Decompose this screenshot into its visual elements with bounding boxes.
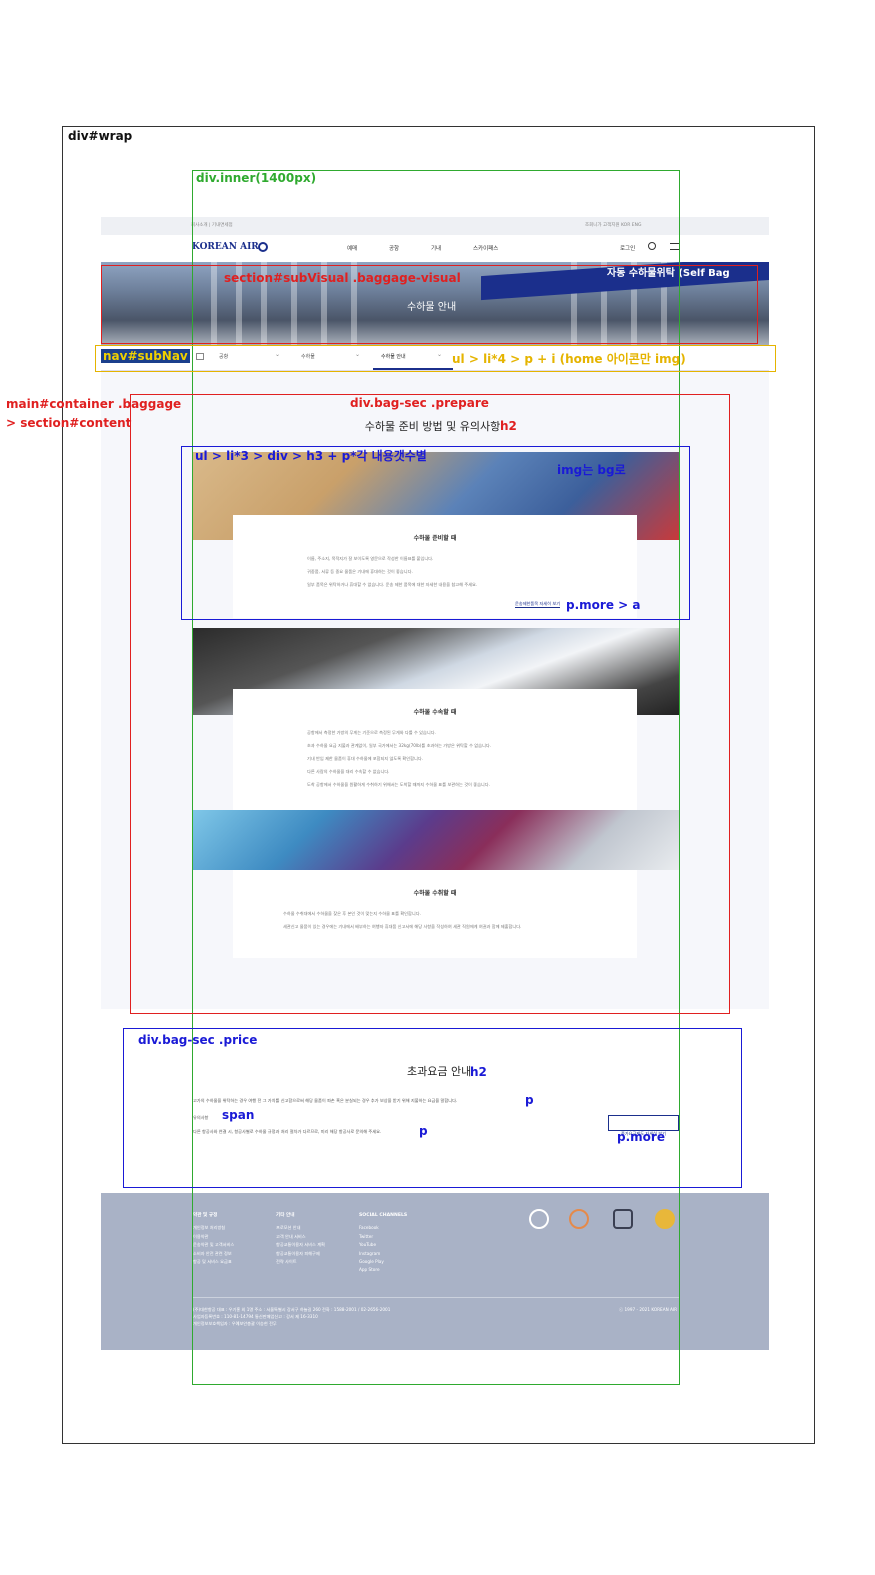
price-p-tag-2: p [419,1124,428,1138]
wrap-label: div#wrap [68,129,133,143]
price-label: div.bag-sec .price [138,1033,258,1047]
price-p-tag: p [525,1093,534,1107]
subnav-label: nav#subNav [101,349,190,363]
price-more-tag: p.more [617,1130,665,1144]
subnav-desc: ul > li*4 > p + i (home 아이콘만 img) [452,352,686,366]
img-bg-label: img는 bg로 [557,463,626,477]
subvisual-label: section#subVisual .baggage-visual [224,271,461,285]
list-desc-label: ul > li*3 > div > h3 + p*각 내용갯수별 [195,449,427,463]
price-span-tag: span [222,1108,255,1122]
price-outline [123,1028,742,1188]
main-label-2: > section#content [6,416,132,430]
prepare-label: div.bag-sec .prepare [350,396,489,410]
prepare-h2-tag: h2 [500,419,517,433]
more-a-label: p.more > a [566,598,641,612]
inner-label: div.inner(1400px) [196,171,317,185]
price-h2-tag: h2 [470,1065,487,1079]
